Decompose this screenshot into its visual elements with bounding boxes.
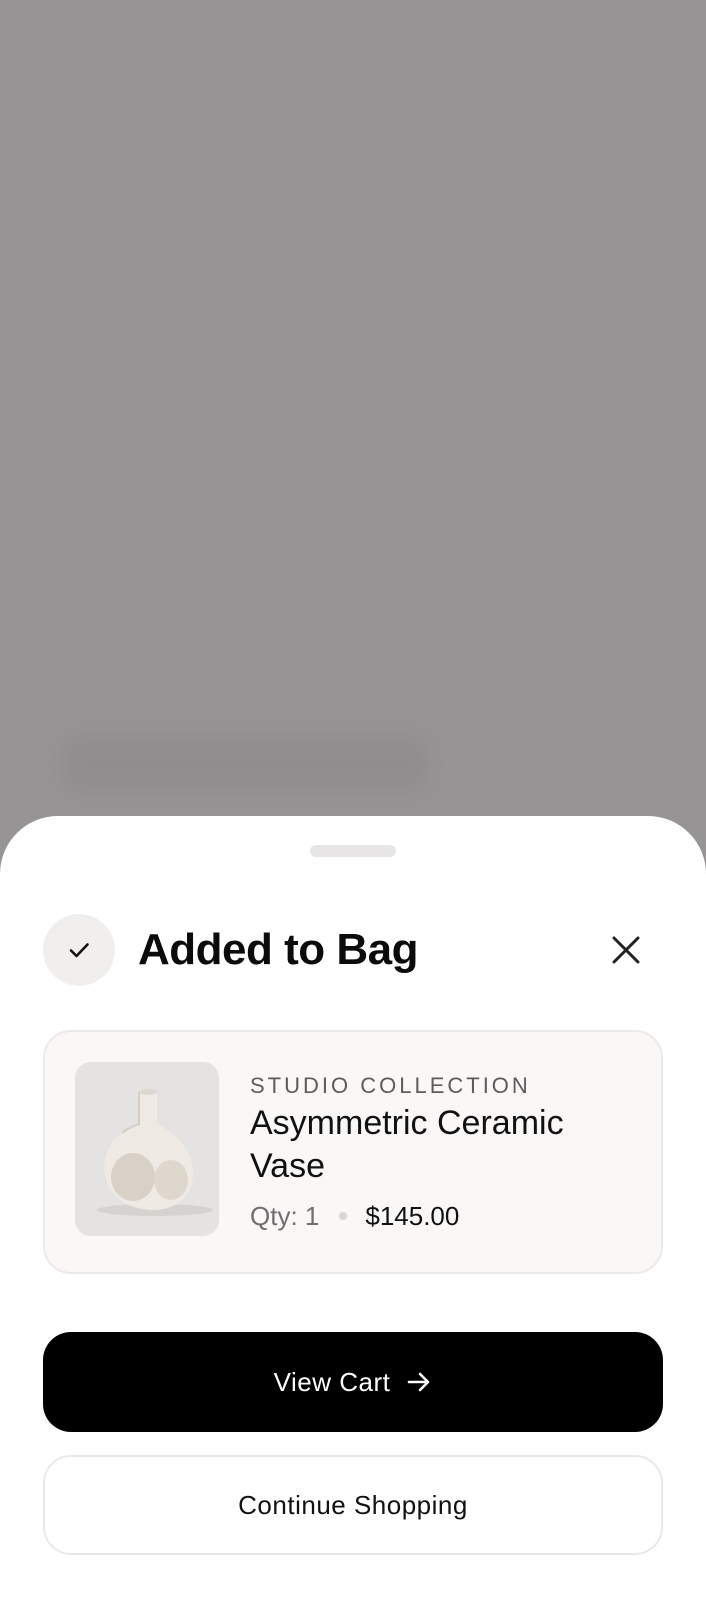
product-meta: Qty: 1 $145.00 bbox=[250, 1200, 459, 1232]
arrow-right-icon bbox=[406, 1369, 432, 1395]
product-card[interactable]: STUDIO COLLECTION Asymmetric Ceramic Vas… bbox=[43, 1030, 663, 1274]
close-icon bbox=[612, 936, 640, 964]
close-button[interactable] bbox=[604, 928, 648, 972]
check-icon bbox=[69, 943, 89, 958]
view-cart-label: View Cart bbox=[273, 1366, 391, 1397]
separator-dot bbox=[339, 1212, 348, 1220]
continue-shopping-button[interactable]: Continue Shopping bbox=[43, 1455, 663, 1555]
vase-image bbox=[75, 1062, 219, 1236]
product-price: $145.00 bbox=[365, 1201, 460, 1231]
blurred-background-content bbox=[62, 735, 430, 793]
continue-shopping-label: Continue Shopping bbox=[238, 1489, 468, 1520]
sheet-title: Added to Bag bbox=[138, 925, 418, 974]
sheet-grabber[interactable] bbox=[310, 845, 396, 857]
product-name: Asymmetric Ceramic Vase bbox=[250, 1104, 564, 1185]
view-cart-button[interactable]: View Cart bbox=[43, 1332, 663, 1432]
success-badge bbox=[43, 914, 115, 986]
product-quantity: Qty: 1 bbox=[250, 1201, 320, 1231]
product-image bbox=[75, 1062, 219, 1236]
product-brand: STUDIO COLLECTION bbox=[250, 1073, 531, 1098]
